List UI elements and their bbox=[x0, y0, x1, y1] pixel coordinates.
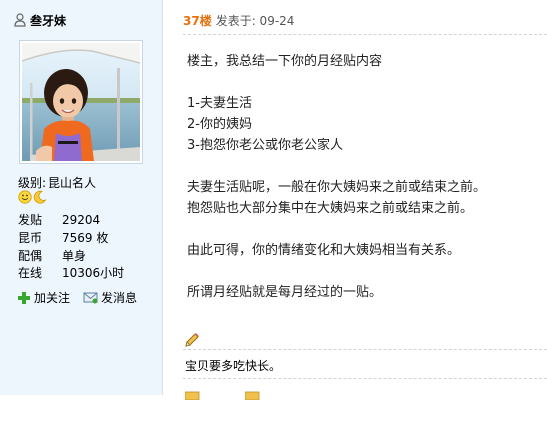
post-content: 楼主，我总结一下你的月经贴内容 1-夫妻生活 2-你的姨妈 3-抱怨你老公或你老… bbox=[187, 51, 542, 303]
stat-online: 在线 10306小时 bbox=[18, 264, 124, 282]
user-signature: 宝贝要多吃快长。 bbox=[185, 359, 282, 373]
post-area: 37楼 发表于: 09-24 楼主，我总结一下你的月经贴内容 1-夫妻生活 2-… bbox=[163, 0, 547, 440]
content-line: 楼主，我总结一下你的月经贴内容 bbox=[187, 54, 383, 69]
action-icon[interactable] bbox=[185, 390, 201, 400]
user-icon bbox=[14, 13, 26, 27]
add-follow-button[interactable]: 加关注 bbox=[17, 289, 70, 306]
pencil-icon bbox=[185, 333, 199, 347]
content-line: 由此可得，你的情绪变化和大姨妈相当有关系。 bbox=[187, 243, 461, 258]
post-actions-partial bbox=[185, 390, 261, 400]
floor-number[interactable]: 37楼 bbox=[183, 12, 212, 29]
username[interactable]: 叁牙妹 bbox=[30, 12, 66, 29]
content-line bbox=[187, 156, 542, 177]
stat-label: 在线 bbox=[18, 266, 43, 281]
smiley-icon bbox=[18, 190, 32, 204]
content-line: 3-抱怨你老公或你老公家人 bbox=[187, 138, 343, 153]
send-message-label: 发消息 bbox=[101, 291, 138, 305]
mail-icon bbox=[83, 292, 98, 304]
content-line bbox=[187, 72, 542, 93]
send-message-button[interactable]: 发消息 bbox=[83, 289, 137, 306]
action-icon[interactable] bbox=[245, 390, 261, 400]
stat-label: 配偶 bbox=[18, 248, 43, 263]
user-actions: 加关注 发消息 bbox=[17, 289, 150, 306]
content-line: 2-你的姨妈 bbox=[187, 117, 252, 132]
content-line: 1-夫妻生活 bbox=[187, 96, 252, 111]
stat-spouse: 配偶 单身 bbox=[18, 246, 124, 264]
moon-icon bbox=[33, 190, 47, 204]
stat-value: 10306小时 bbox=[62, 266, 125, 281]
level-icons bbox=[18, 190, 47, 204]
user-stats: 发贴 29204 昆币 7569 枚 配偶 单身 在线 10306小时 bbox=[18, 211, 124, 282]
divider bbox=[183, 34, 547, 35]
username-row: 叁牙妹 bbox=[14, 11, 66, 29]
content-line bbox=[187, 219, 542, 240]
avatar[interactable] bbox=[19, 40, 143, 164]
content-line: 抱怨贴也大部分集中在大姨妈来之前或结束之前。 bbox=[187, 201, 474, 216]
stat-value: 7569 枚 bbox=[62, 231, 109, 246]
divider bbox=[183, 378, 547, 379]
stat-label: 昆币 bbox=[18, 231, 43, 246]
content-line: 所谓月经贴就是每月经过的一贴。 bbox=[187, 285, 383, 300]
post-header: 37楼 发表于: 09-24 bbox=[183, 12, 294, 29]
stat-coins: 昆币 7569 枚 bbox=[18, 229, 124, 247]
user-level: 级别: 昆山名人 bbox=[18, 174, 96, 191]
add-follow-label: 加关注 bbox=[34, 291, 71, 305]
plus-icon bbox=[18, 291, 30, 304]
divider bbox=[183, 349, 547, 350]
post-timestamp: 发表于: 09-24 bbox=[215, 14, 295, 28]
stat-value: 29204 bbox=[62, 212, 101, 227]
stat-posts: 发贴 29204 bbox=[18, 211, 124, 229]
user-sidebar: 叁牙妹 级别: 昆山名人 发贴 29204 昆币 7569 枚 配偶 单身 在线… bbox=[0, 0, 163, 395]
level-value: 昆山名人 bbox=[48, 176, 97, 190]
content-line: 夫妻生活贴呢，一般在你大姨妈来之前或结束之前。 bbox=[187, 180, 487, 195]
avatar-image bbox=[22, 43, 140, 161]
stat-value: 单身 bbox=[62, 248, 87, 263]
content-line bbox=[187, 261, 542, 282]
stat-label: 发贴 bbox=[18, 213, 43, 228]
level-label: 级别: bbox=[18, 176, 47, 190]
